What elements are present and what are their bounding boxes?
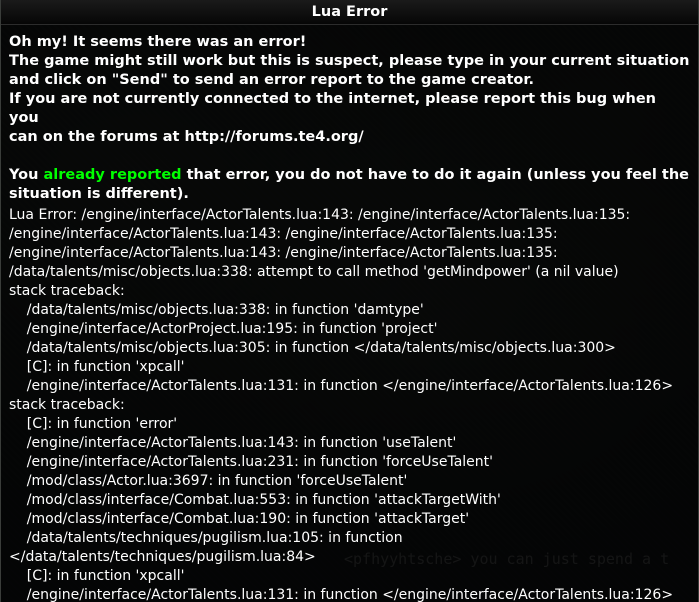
dialog-title: Lua Error (1, 0, 698, 25)
trace-line: /data/talents/misc/objects.lua:338: in f… (9, 302, 424, 318)
trace-line: /mod/class/interface/Combat.lua:190: in … (9, 511, 470, 527)
trace-line: [C]: in function 'xpcall' (9, 359, 185, 375)
intro-line: If you are not currently connected to th… (9, 91, 656, 126)
trace-line: [C]: in function 'xpcall' (9, 568, 185, 584)
intro-line: and click on "Send" to send an error rep… (9, 72, 534, 88)
trace-line: /engine/interface/ActorTalents.lua:131: … (9, 587, 674, 602)
intro-line: The game might still work but this is su… (9, 53, 690, 69)
trace-line: /data/talents/misc/objects.lua:305: in f… (9, 340, 616, 356)
trace-line: /engine/interface/ActorTalents.lua:131: … (9, 378, 674, 394)
trace-line: /engine/interface/ActorTalents.lua:231: … (9, 454, 493, 470)
dialog-content: Oh my! It seems there was an error! The … (9, 33, 690, 602)
trace-line: /data/talents/misc/objects.lua:338: atte… (9, 264, 619, 280)
reported-suffix: that error, you do not have to do it aga… (181, 167, 689, 183)
trace-line: Lua Error: /engine/interface/ActorTalent… (9, 207, 631, 223)
error-traceback: Lua Error: /engine/interface/ActorTalent… (9, 206, 690, 602)
trace-line: /engine/interface/ActorTalents.lua:143: … (9, 226, 558, 242)
reported-prefix: You (9, 167, 44, 183)
trace-line: /engine/interface/ActorProject.lua:195: … (9, 321, 438, 337)
trace-line: /data/talents/techniques/pugilism.lua:10… (9, 530, 403, 546)
trace-line: [C]: in function 'error' (9, 416, 178, 432)
trace-line: /mod/class/Actor.lua:3697: in function '… (9, 473, 408, 489)
trace-line: /engine/interface/ActorTalents.lua:143: … (9, 435, 457, 451)
lua-error-dialog: Lua Error Oh my! It seems there was an e… (0, 0, 699, 602)
reported-line2: situation is different). (9, 186, 189, 202)
trace-line: /mod/class/interface/Combat.lua:553: in … (9, 492, 501, 508)
forum-link-line: can on the forums at http://forums.te4.o… (9, 129, 364, 145)
already-reported-message: You already reported that error, you do … (9, 166, 690, 204)
intro-message: Oh my! It seems there was an error! The … (9, 33, 690, 147)
intro-line: Oh my! It seems there was an error! (9, 34, 307, 50)
already-reported-highlight: already reported (43, 167, 182, 183)
trace-line: /engine/interface/ActorTalents.lua:143: … (9, 245, 558, 261)
trace-line: </data/talents/techniques/pugilism.lua:8… (9, 549, 316, 565)
trace-line: stack traceback: (9, 283, 125, 299)
trace-line: stack traceback: (9, 397, 125, 413)
